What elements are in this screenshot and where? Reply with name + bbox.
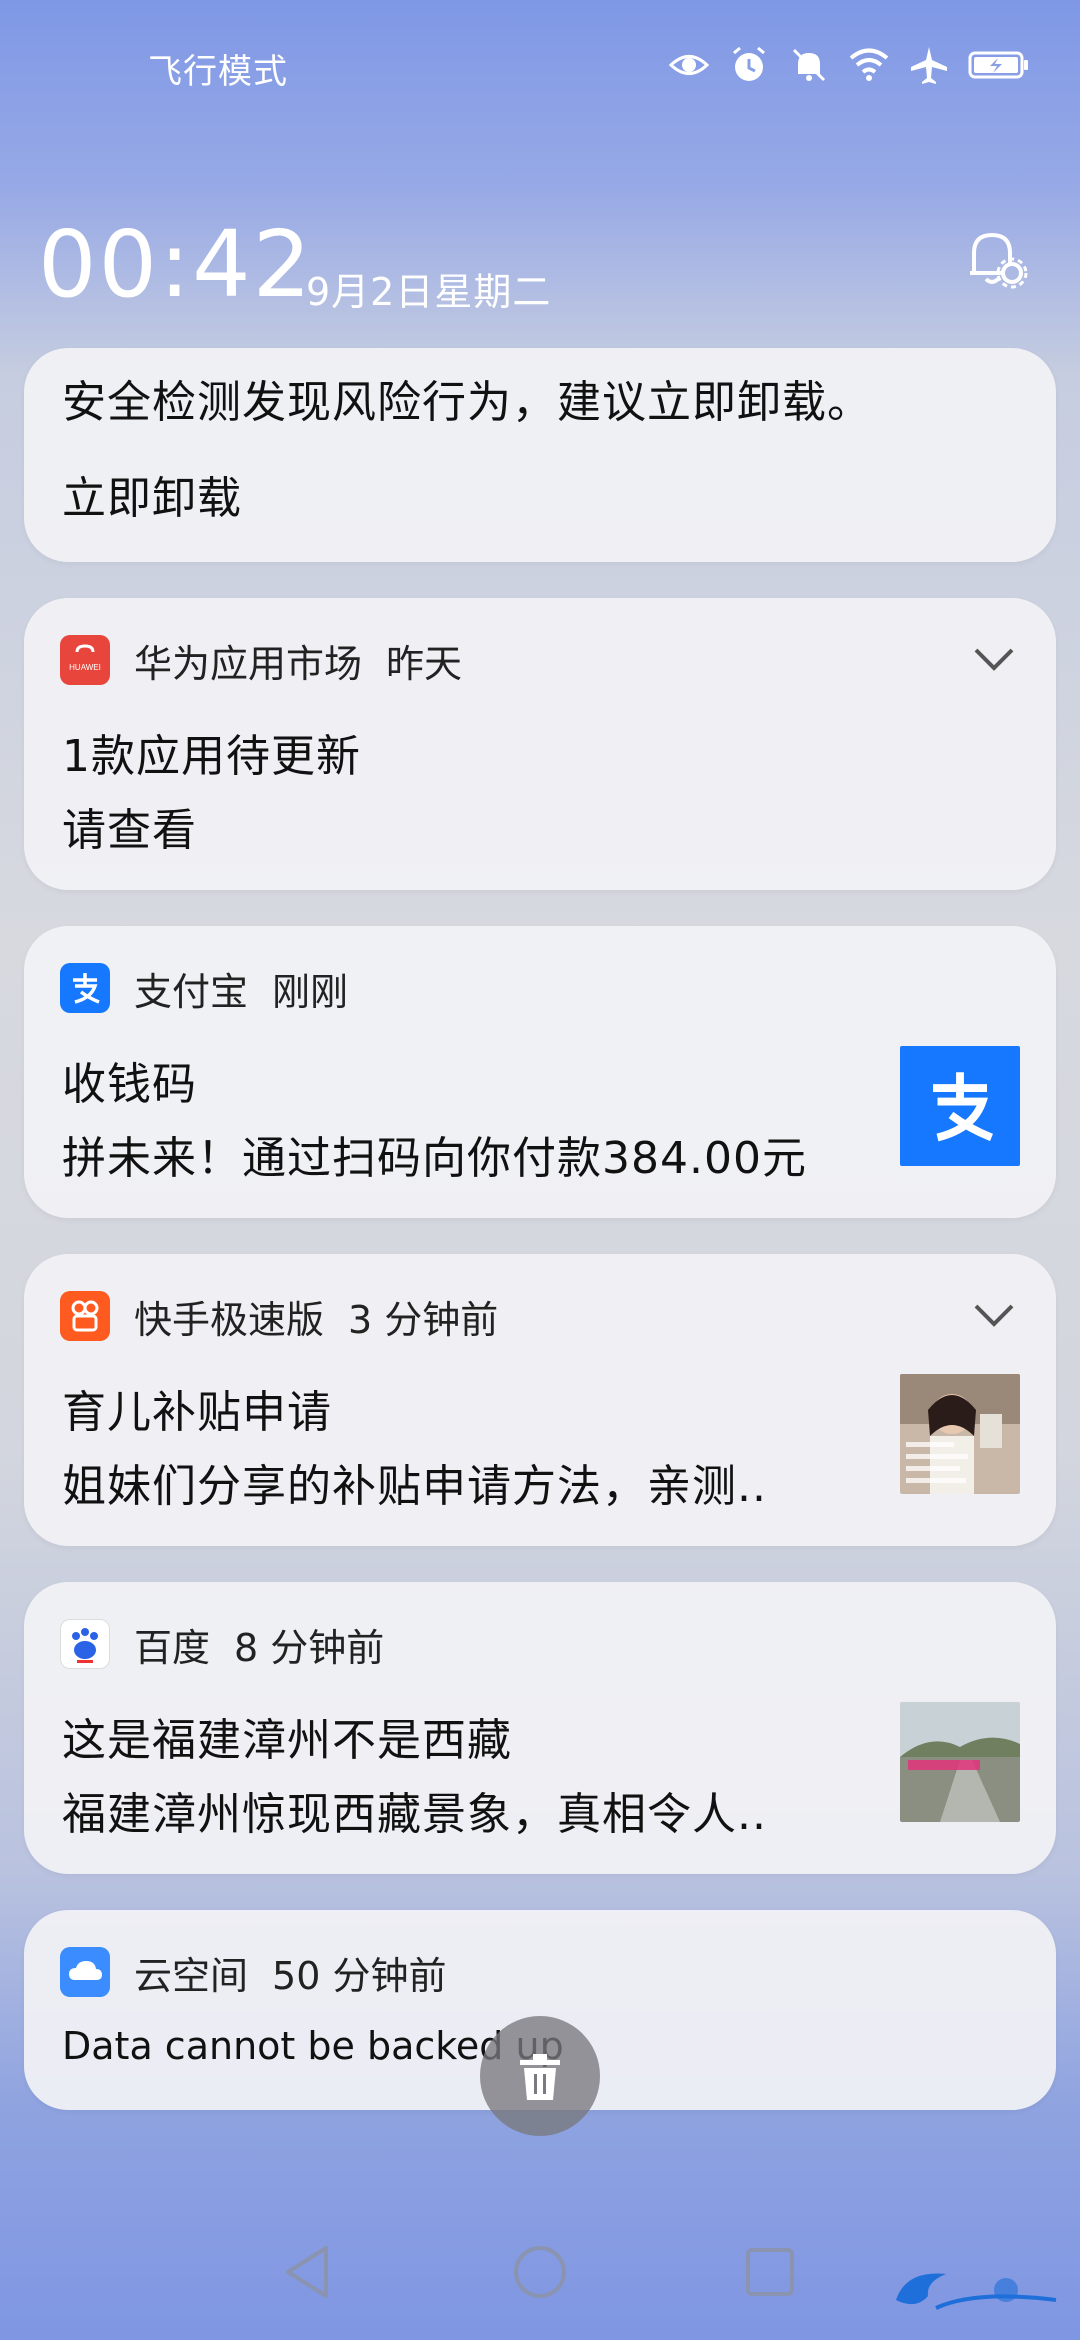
kuaishou-icon (60, 1291, 110, 1341)
notification-time: 50 分钟前 (272, 1953, 447, 1998)
clock: 00:42 (38, 211, 314, 318)
wifi-icon (849, 48, 889, 81)
notification-card-appgallery[interactable]: HUAWEI 华为应用市场 昨天 1款应用待更新 请查看 (24, 598, 1056, 890)
watermark-logo (896, 2273, 1057, 2310)
notification-body: 拼未来！通过扫码向你付款384.00元 (62, 1133, 807, 1184)
huawei-appgallery-icon: HUAWEI (60, 635, 110, 685)
notification-title: 收钱码 (62, 1059, 197, 1110)
battery-icon (968, 51, 1028, 79)
notification-body: 姐妹们分享的补贴申请方法，亲测.. (62, 1461, 767, 1512)
notification-title: 1款应用待更新 (62, 731, 361, 782)
airplane-icon (911, 47, 947, 84)
trash-icon (520, 2054, 560, 2100)
notification-time: 8 分钟前 (234, 1625, 385, 1670)
notification-title: 育儿补贴申请 (62, 1387, 332, 1438)
alipay-icon (60, 963, 110, 1013)
svg-text:HUAWEI: HUAWEI (69, 663, 101, 672)
notification-time: 3 分钟前 (348, 1297, 499, 1342)
app-name: 百度 (134, 1625, 211, 1670)
navigation-bar (0, 2190, 1080, 2340)
notification-card-kuaishou[interactable]: 快手极速版 3 分钟前 育儿补贴申请 姐妹们分享的补贴申请方法，亲测.. (24, 1254, 1056, 1546)
app-name: 云空间 (134, 1953, 249, 1998)
chevron-down-icon[interactable] (972, 644, 1016, 674)
chevron-down-icon[interactable] (972, 1300, 1016, 1330)
app-name: 支付宝 (134, 969, 249, 1014)
home-icon[interactable] (508, 2240, 572, 2304)
alarm-icon (733, 46, 765, 81)
cloud-icon (60, 1947, 110, 1997)
airplane-mode-label: 飞行模式 (148, 52, 288, 92)
notification-card-baidu[interactable]: 百度 8 分钟前 这是福建漳州不是西藏 福建漳州惊现西藏景象，真相令人.. (24, 1582, 1056, 1874)
baidu-icon (60, 1619, 110, 1669)
status-bar: 飞行模式 (0, 0, 1080, 130)
mute-icon (792, 48, 826, 82)
kuaishou-thumbnail (900, 1374, 1020, 1494)
notification-card-alipay[interactable]: 支付宝 刚刚 收钱码 拼未来！通过扫码向你付款384.00元 (24, 926, 1056, 1218)
recents-icon[interactable] (738, 2240, 802, 2304)
app-name: 华为应用市场 (134, 641, 363, 686)
lockscreen-header: 00:42 9月2日星期二 (38, 215, 1040, 315)
clear-all-button[interactable] (480, 2016, 600, 2136)
app-name: 快手极速版 (134, 1297, 325, 1342)
notification-body: 福建漳州惊现西藏景象，真相令人.. (62, 1789, 767, 1840)
uninstall-button[interactable]: 立即卸载 (62, 462, 242, 526)
baidu-thumbnail (900, 1702, 1020, 1822)
notification-body: 请查看 (62, 805, 197, 856)
notification-title: 这是福建漳州不是西藏 (62, 1715, 512, 1766)
status-icons (668, 44, 1030, 86)
back-icon[interactable] (276, 2240, 340, 2304)
eye-icon (668, 55, 710, 75)
notification-time: 昨天 (386, 641, 463, 686)
bell-settings-icon[interactable] (962, 223, 1032, 293)
notification-time: 刚刚 (272, 969, 349, 1014)
notification-card-security[interactable]: 安全检测发现风险行为，建议立即卸载。 立即卸载 (24, 348, 1056, 562)
date: 9月2日星期二 (306, 270, 552, 314)
notification-title: 安全检测发现风险行为，建议立即卸载。 (62, 377, 872, 428)
alipay-logo-thumbnail (900, 1046, 1020, 1166)
